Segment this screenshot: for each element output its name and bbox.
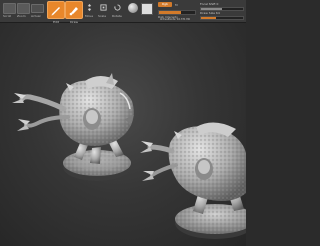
- rgb-toggle[interactable]: Rgb: [158, 2, 172, 7]
- focal-shift-label: Focal Shift 0: [200, 2, 219, 6]
- draw-brush-icon: [69, 7, 78, 16]
- zoom-label: Zoom: [17, 14, 26, 18]
- move-icon[interactable]: [86, 4, 93, 11]
- scale-label: Scale: [98, 14, 107, 18]
- move-label: Move: [85, 14, 94, 18]
- mech-model-right[interactable]: [140, 122, 246, 239]
- edit-button[interactable]: Edit: [47, 1, 65, 24]
- draw-button[interactable]: Draw: [65, 1, 83, 24]
- actual-size-button[interactable]: [31, 4, 44, 13]
- scale-icon[interactable]: [100, 4, 107, 11]
- material-swatch[interactable]: [128, 3, 138, 13]
- edit-icon: [51, 7, 60, 16]
- color-swatch[interactable]: [141, 3, 153, 15]
- rotate-icon[interactable]: [114, 4, 121, 11]
- zoom-button[interactable]: [17, 3, 30, 14]
- rgb-intensity-fill: [159, 11, 181, 14]
- rotate-label: Rotate: [112, 14, 122, 18]
- actual-size-label: Actual: [31, 14, 41, 18]
- rgb-label: Rgb: [162, 2, 168, 6]
- draw-size-label: Draw Size 64: [200, 11, 220, 15]
- zbrush-window: Scroll Zoom Actual Edit Draw Move Scale …: [0, 0, 246, 246]
- mrgb-label: M: [175, 3, 178, 7]
- scroll-label: Scroll: [3, 14, 12, 18]
- top-toolbar: Scroll Zoom Actual Edit Draw Move Scale …: [0, 0, 246, 24]
- draw-size-fill: [201, 17, 216, 19]
- focal-shift-fill: [201, 8, 222, 10]
- sculpt-scene: [12, 73, 246, 239]
- mech-model-left[interactable]: [12, 73, 134, 181]
- draw-size-slider[interactable]: [200, 16, 244, 20]
- active-points-readout: ActivePoints: 10.371 Mil: [160, 18, 190, 21]
- scroll-button[interactable]: [3, 3, 16, 14]
- canvas-viewport[interactable]: [0, 23, 246, 246]
